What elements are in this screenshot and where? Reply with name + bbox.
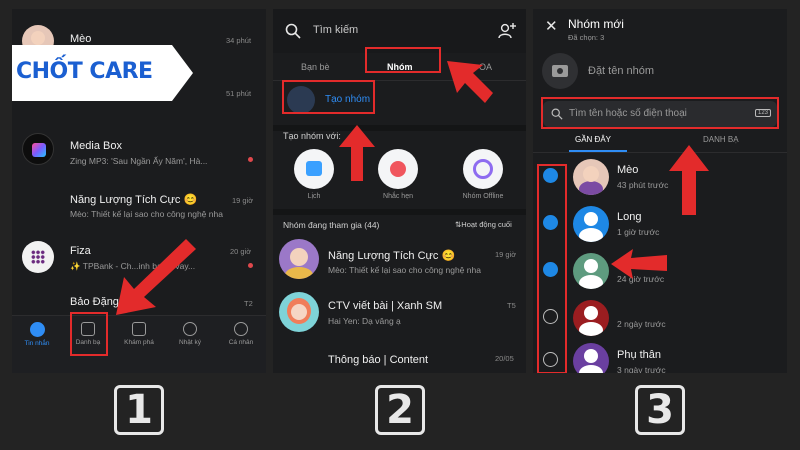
quick-label: Nhắc hẹn: [383, 193, 413, 200]
chat-name[interactable]: Media Box: [70, 140, 122, 152]
sort-button[interactable]: ⇅Hoạt động cuối: [455, 220, 512, 229]
highlight-checkboxes: [537, 164, 567, 373]
chat-time: 19 giờ: [232, 196, 254, 205]
red-arrow: [669, 145, 709, 215]
step-number: 1: [111, 382, 167, 438]
contact-avatar[interactable]: [573, 343, 609, 373]
highlight-groups-tab: [365, 47, 441, 73]
highlight-create-group: [282, 80, 375, 114]
nav-label: Tin nhắn: [24, 340, 50, 347]
group-time: 20/05: [495, 354, 514, 363]
contact-name[interactable]: Long: [617, 211, 641, 223]
red-arrow: [611, 249, 667, 279]
step-digit: 3: [646, 387, 674, 433]
media-box-avatar[interactable]: [22, 133, 54, 165]
chat-time: 51 phút: [226, 89, 252, 98]
group-preview: Hai Yen: Dạ vâng ạ: [328, 316, 401, 326]
search-placeholder: Tìm kiếm: [313, 24, 359, 36]
nav-label: Nhật ký: [178, 339, 202, 346]
chat-name[interactable]: Năng Lượng Tích Cực 😊: [70, 193, 197, 206]
chat-time: 20 giờ: [230, 247, 252, 256]
group-preview: Mèo: Thiết kế lại sao cho công nghệ nha: [328, 265, 481, 275]
chat-name[interactable]: Mèo: [70, 33, 91, 45]
nav-label: Khám phá: [124, 339, 154, 346]
nav-profile[interactable]: Cá nhân: [216, 322, 266, 346]
group-name[interactable]: CTV viết bài | Xanh SM: [328, 300, 442, 312]
tab-contacts[interactable]: DANH BẠ: [703, 135, 739, 144]
step-digit: 1: [125, 387, 153, 433]
groups-screen: Tìm kiếm Bạn bè Nhóm OA Tạo nhóm Tạo nhó…: [273, 9, 526, 373]
grid-icon: [132, 322, 146, 336]
clock-icon: [183, 322, 197, 336]
group-time: T5: [507, 301, 516, 310]
step-digit: 2: [386, 387, 414, 433]
quick-offline-group[interactable]: Nhóm Offline: [461, 149, 505, 200]
new-group-screen: ✕ Nhóm mới Đã chọn: 3 Đặt tên nhóm Tìm t…: [533, 9, 787, 373]
group-name[interactable]: Thông báo | Content: [328, 354, 428, 366]
contact-avatar[interactable]: [573, 206, 609, 242]
camera-icon[interactable]: [542, 53, 578, 89]
red-arrow: [116, 239, 196, 315]
group-avatar[interactable]: [279, 292, 319, 332]
group-avatar[interactable]: [279, 239, 319, 279]
nav-messages[interactable]: Tin nhắn: [12, 322, 62, 347]
offline-group-icon: [463, 149, 503, 189]
nav-timeline[interactable]: Nhật ký: [165, 322, 215, 346]
groups-header: Nhóm đang tham gia (44): [283, 220, 380, 230]
calendar-icon: [294, 149, 334, 189]
chat-preview: Mèo: Thiết kế lại sao cho công nghệ nha: [70, 209, 223, 219]
tab-divider: [533, 152, 787, 153]
red-arrow: [339, 125, 375, 181]
quick-label: Nhóm Offline: [462, 193, 504, 200]
selected-count: Đã chọn: 3: [568, 33, 605, 42]
chat-preview: Zing MP3: 'Sau Ngần Ấy Năm', Hà...: [70, 156, 208, 166]
user-icon: [234, 322, 248, 336]
nav-discover[interactable]: Khám phá: [114, 322, 164, 346]
contact-status: 2 ngày trước: [617, 319, 666, 329]
chat-time: 34 phút: [226, 36, 252, 45]
bottom-navigation: Tin nhắn Danh bạ Khám phá Nhật ký Cá nhâ…: [12, 315, 266, 373]
close-icon[interactable]: ✕: [545, 17, 558, 35]
unread-dot: [248, 263, 253, 268]
red-arrow: [447, 61, 493, 103]
fiza-avatar[interactable]: [22, 241, 54, 273]
contact-avatar[interactable]: [573, 300, 609, 336]
quick-calendar[interactable]: Lịch: [293, 149, 335, 200]
contact-name[interactable]: Phụ thân: [617, 349, 661, 361]
tab-recent[interactable]: GẦN ĐÂY: [575, 135, 611, 144]
contact-name[interactable]: Mèo: [617, 164, 638, 176]
tab-friends[interactable]: Bạn bè: [301, 62, 330, 72]
group-name-input[interactable]: Đặt tên nhóm: [588, 65, 654, 77]
group-name[interactable]: Năng Lượng Tích Cực 😊: [328, 249, 455, 262]
group-time: 19 giờ: [495, 250, 517, 259]
unread-dot: [248, 157, 253, 162]
chat-name[interactable]: Fiza: [70, 245, 91, 257]
contact-status: 43 phút trước: [617, 180, 669, 190]
nav-label: Cá nhân: [228, 339, 254, 346]
section-divider: [273, 209, 526, 215]
contact-status: 1 giờ trước: [617, 227, 660, 237]
search-icon: [285, 23, 301, 39]
contact-avatar[interactable]: [573, 159, 609, 195]
create-with-label: Tạo nhóm với:: [283, 131, 341, 141]
page-title: Nhóm mới: [568, 17, 624, 31]
contacts-screen: Mèo 34 phút 51 phút Media Box Zing MP3: …: [12, 9, 266, 373]
alarm-clock-icon: [378, 149, 418, 189]
highlight-search-field: [541, 97, 779, 129]
step-number: 3: [632, 382, 688, 438]
add-friend-icon[interactable]: [498, 22, 516, 40]
highlight-contacts-tab: [70, 312, 108, 356]
chat-time: T2: [244, 299, 253, 308]
chotcare-logo-text: CHỐT CARE: [16, 59, 153, 84]
quick-reminder[interactable]: Nhắc hẹn: [377, 149, 419, 200]
contact-avatar[interactable]: [573, 253, 609, 289]
step-number: 2: [372, 382, 428, 438]
contact-status: 3 ngày trước: [617, 365, 666, 373]
quick-label: Lịch: [307, 193, 321, 200]
